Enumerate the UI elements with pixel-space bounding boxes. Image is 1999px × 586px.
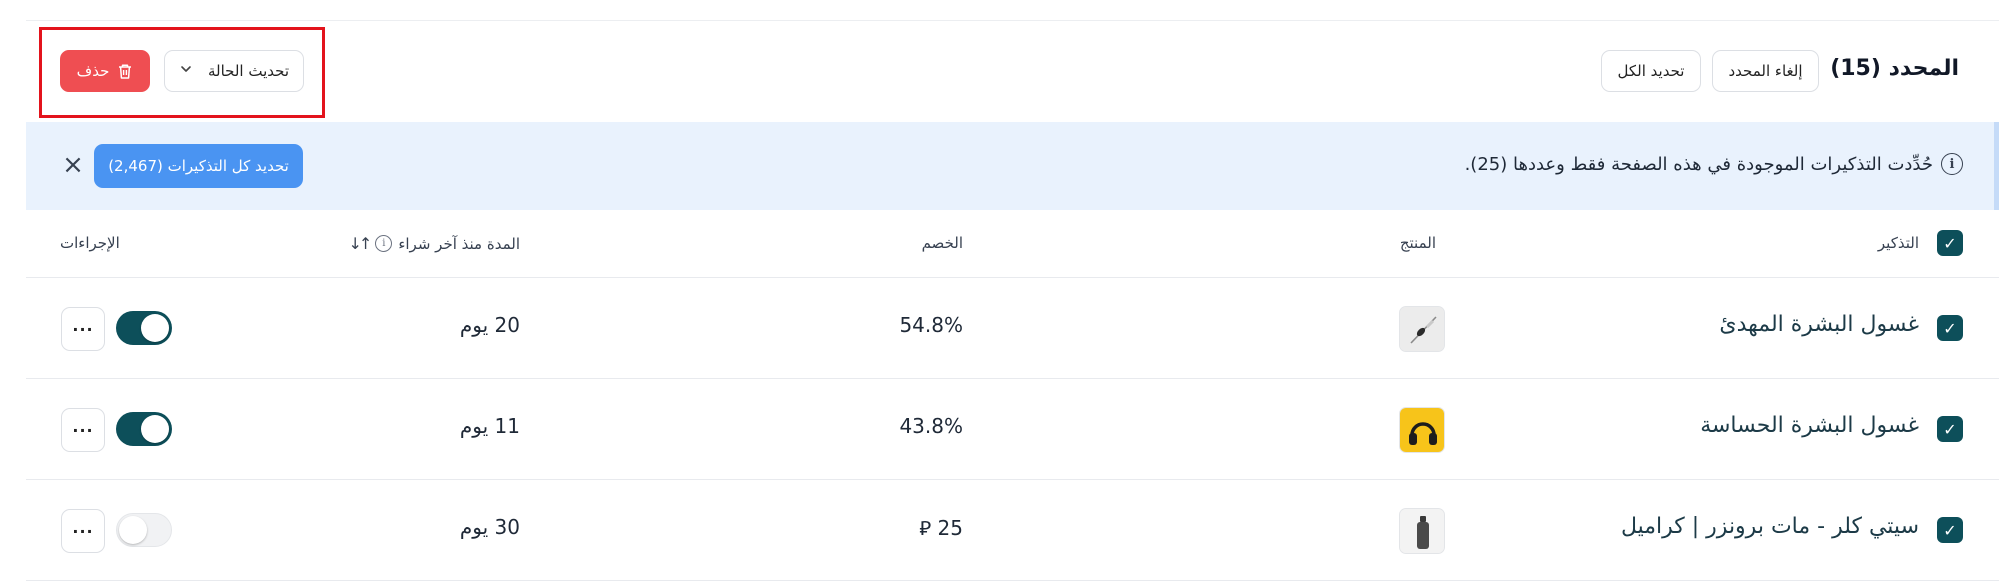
product-thumbnail xyxy=(1399,508,1445,554)
column-header-discount: الخصم xyxy=(921,234,963,252)
sort-icon[interactable]: ↑↓ xyxy=(349,234,373,253)
column-header-product: المنتج xyxy=(1399,234,1436,252)
highlight-box xyxy=(39,27,325,118)
column-header-since-label: المدة منذ آخر شراء xyxy=(398,234,520,253)
since-last-purchase-value: 20 يوم xyxy=(459,313,520,337)
since-last-purchase-value: 30 يوم xyxy=(459,515,520,539)
more-icon: ··· xyxy=(72,420,94,440)
table-header: ✓ التذكير المنتج الخصم المدة منذ آخر شرا… xyxy=(26,210,1999,278)
selection-info-banner: i حُدِّدت التذكيرات الموجودة في هذه الصف… xyxy=(26,122,1999,210)
banner-message-text: حُدِّدت التذكيرات الموجودة في هذه الصفحة… xyxy=(1464,153,1933,175)
status-toggle[interactable] xyxy=(116,412,172,446)
row-checkbox[interactable]: ✓ xyxy=(1937,517,1963,543)
select-all-checkbox[interactable]: ✓ xyxy=(1937,230,1963,256)
reminder-name[interactable]: غسول البشرة المهدئ xyxy=(1719,312,1919,337)
column-header-reminder: التذكير xyxy=(1877,234,1919,252)
discount-value: 54.8% xyxy=(899,313,963,337)
bottle-icon xyxy=(1400,509,1444,553)
table-row: ✓ غسول البشرة المهدئ 54.8% 20 يوم ··· xyxy=(26,278,1999,379)
checkmark-icon: ✓ xyxy=(1943,419,1957,439)
checkmark-icon: ✓ xyxy=(1943,520,1957,540)
toggle-knob xyxy=(141,314,169,342)
checkmark-icon: ✓ xyxy=(1943,233,1957,253)
close-icon[interactable]: × xyxy=(58,150,88,180)
top-divider xyxy=(26,20,1999,21)
banner-accent-bar xyxy=(1994,122,1999,210)
more-icon: ··· xyxy=(72,319,94,339)
clear-selection-button[interactable]: إلغاء المحدد xyxy=(1712,50,1819,92)
makeup-brush-icon xyxy=(1400,307,1444,351)
product-thumbnail xyxy=(1399,306,1445,352)
checkmark-icon: ✓ xyxy=(1943,318,1957,338)
table-row: ✓ غسول البشرة الحساسة 43.8% 11 يوم ··· xyxy=(26,379,1999,480)
info-icon: i xyxy=(1941,153,1963,175)
select-all-button[interactable]: تحديد الكل xyxy=(1601,50,1701,92)
status-toggle[interactable] xyxy=(116,311,172,345)
more-icon: ··· xyxy=(72,521,94,541)
info-icon[interactable]: i xyxy=(375,235,393,252)
status-toggle[interactable] xyxy=(116,513,172,547)
more-actions-button[interactable]: ··· xyxy=(61,408,105,452)
reminder-name[interactable]: سيتي كلر - مات برونزر | كراميل xyxy=(1621,514,1919,539)
selected-count-title: المحدد (15) xyxy=(1830,56,1959,81)
since-last-purchase-value: 11 يوم xyxy=(459,414,520,438)
product-thumbnail xyxy=(1399,407,1445,453)
toggle-knob xyxy=(141,415,169,443)
row-checkbox[interactable]: ✓ xyxy=(1937,315,1963,341)
discount-value: 25 ⃁ xyxy=(919,516,963,540)
select-all-reminders-button[interactable]: تحديد كل التذكيرات (2,467) xyxy=(94,144,303,188)
headphones-icon xyxy=(1400,408,1444,452)
column-header-actions: الإجراءات xyxy=(60,234,120,252)
more-actions-button[interactable]: ··· xyxy=(61,509,105,553)
row-checkbox[interactable]: ✓ xyxy=(1937,416,1963,442)
discount-value: 43.8% xyxy=(899,414,963,438)
banner-message: i حُدِّدت التذكيرات الموجودة في هذه الصف… xyxy=(1465,153,1963,175)
toggle-knob xyxy=(119,516,147,544)
reminder-name[interactable]: غسول البشرة الحساسة xyxy=(1700,413,1919,438)
table-row: ✓ سيتي كلر - مات برونزر | كراميل 25 ⃁ 30… xyxy=(26,480,1999,581)
column-header-since-last-purchase[interactable]: المدة منذ آخر شراء i ↑↓ xyxy=(349,234,520,253)
more-actions-button[interactable]: ··· xyxy=(61,307,105,351)
